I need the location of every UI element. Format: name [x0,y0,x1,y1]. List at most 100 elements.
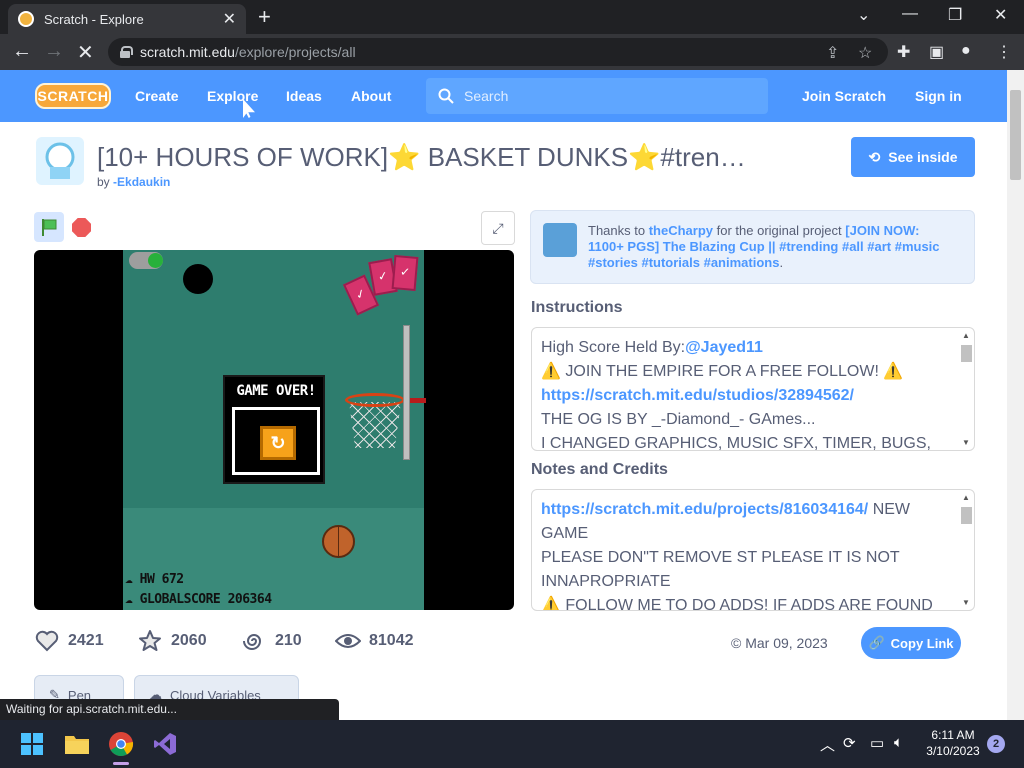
hud-global-score: ☁ GLOBALSCORE 206364 [125,592,272,607]
restart-icon[interactable]: ↻ [260,426,296,460]
nav-explore[interactable]: Explore [207,88,258,104]
scroll-up-icon[interactable]: ▲ [962,331,970,340]
extensions-icon[interactable]: ✚ [897,42,910,62]
hud-hw-text: HW 672 [139,572,184,587]
notes-scrollbar[interactable]: ▲ ▼ [958,490,974,610]
copy-link-button[interactable]: 🔗 Copy Link [861,627,961,659]
notes-box[interactable]: https://scratch.mit.edu/projects/8160341… [531,489,975,611]
sound-toggle[interactable] [129,252,163,269]
tray-display-icon[interactable]: ▭ [870,734,884,752]
remix-middle-text: for the original project [716,223,842,238]
restart-frame[interactable]: ↻ [232,407,320,475]
close-tab-icon[interactable]: ✕ [223,9,236,29]
chrome-icon[interactable] [105,728,137,765]
back-icon[interactable]: ← [12,40,32,63]
remix-user-link[interactable]: theCharpy [649,223,713,238]
side-panel-icon[interactable]: ▣ [929,42,944,62]
scroll-down-icon[interactable]: ▼ [962,438,970,447]
taskbar-clock[interactable]: 6:11 AM 3/10/2023 [920,727,986,759]
instructions-line-1: High Score Held By:@Jayed11 [541,336,951,360]
eye-icon [335,628,361,654]
browser-status-text: Waiting for api.scratch.mit.edu... [0,699,339,720]
favorite-count: 2060 [171,632,207,649]
copy-link-label: Copy Link [890,635,954,651]
chrome-menu-icon[interactable]: ⋮ [996,42,1012,62]
scroll-down-icon[interactable]: ▼ [962,598,970,607]
restore-icon[interactable]: ❐ [948,5,962,25]
game-area: ✓ ✓ ✓ GAME OVER! ↻ ☁ HW 672 ☁ GLOBALSCOR… [123,250,426,610]
favorite-stat[interactable]: 2060 [137,628,207,654]
minimize-icon[interactable]: — [902,5,918,23]
stop-button[interactable] [72,218,91,237]
notes-title: Notes and Credits [531,461,668,478]
browser-tab[interactable]: Scratch - Explore ✕ [8,4,246,34]
lock-icon [120,46,133,58]
url-path: /explore/projects/all [234,44,356,60]
game-over-panel: GAME OVER! ↻ [223,375,325,484]
windows-start-icon[interactable] [16,728,48,760]
author-avatar[interactable] [36,137,84,185]
instructions-scroll-thumb[interactable] [961,345,972,362]
browser-toolbar: ← → ✕ scratch.mit.edu /explore/projects/… [0,34,1024,70]
forward-icon[interactable]: → [44,40,64,63]
page-scrollbar[interactable] [1007,70,1024,720]
green-flag-button[interactable] [34,212,64,242]
hoop-net [349,402,401,448]
instructions-line-5: I CHANGED GRAPHICS, MUSIC SFX, TIMER, BU… [541,435,931,451]
fullscreen-button[interactable]: ⤢ [481,211,515,245]
visual-studio-icon[interactable] [149,728,181,760]
instructions-text: High Score Held By:@Jayed11 ⚠️ JOIN THE … [541,336,951,451]
love-stat[interactable]: 2421 [34,628,104,654]
search-input[interactable] [462,87,742,105]
search-box[interactable] [426,78,768,114]
love-count: 2421 [68,632,104,649]
profile-icon[interactable]: ● [961,42,971,60]
tray-sync-icon[interactable]: ⟳ [843,734,856,752]
remix-credit-box: Thanks to theCharpy for the original pro… [530,210,975,284]
notification-badge[interactable]: 2 [987,735,1005,753]
notes-scroll-thumb[interactable] [961,507,972,524]
instructions-line-2: ⚠️ JOIN THE EMPIRE FOR A FREE FOLLOW! ⚠️ [541,363,904,380]
tray-overflow-icon[interactable]: ︿ [820,734,835,755]
studio-link[interactable]: https://scratch.mit.edu/studios/32894562… [541,384,951,408]
remix-count: 210 [275,632,302,649]
scroll-up-icon[interactable]: ▲ [962,493,970,502]
author-avatar-image [45,142,75,179]
bookmark-star-icon[interactable]: ☆ [858,43,872,63]
see-inside-button[interactable]: ⟲ See inside [851,137,975,177]
nav-about[interactable]: About [351,88,391,104]
nav-ideas[interactable]: Ideas [286,88,322,104]
nav-create[interactable]: Create [135,88,179,104]
speaker-icon[interactable]: 🔈︎ [894,734,903,751]
game-over-text: GAME OVER! [236,383,316,399]
instructions-box[interactable]: High Score Held By:@Jayed11 ⚠️ JOIN THE … [531,327,975,451]
page-scrollbar-thumb[interactable] [1010,90,1021,180]
clock-time: 6:11 AM [931,728,975,742]
green-flag-icon [42,219,57,236]
address-bar[interactable]: scratch.mit.edu /explore/projects/all ⇪ … [108,38,888,66]
notes-text: https://scratch.mit.edu/projects/8160341… [541,498,951,610]
stop-loading-icon[interactable]: ✕ [77,40,94,65]
see-inside-label: See inside [888,149,958,165]
project-stage[interactable]: ✓ ✓ ✓ GAME OVER! ↻ ☁ HW 672 ☁ GLOBALSCOR… [34,250,514,610]
share-icon[interactable]: ⇪ [826,43,839,63]
hoop-rim [345,393,405,407]
notes-project-link[interactable]: https://scratch.mit.edu/projects/8160341… [541,501,868,518]
window-close-icon[interactable]: ✕ [994,5,1007,25]
instructions-scrollbar[interactable]: ▲ ▼ [958,328,974,450]
notes-line-2: PLEASE DON"T REMOVE ST PLEASE IT IS NOT … [541,549,900,590]
card-icon: ✓ [391,255,419,291]
sign-in-link[interactable]: Sign in [915,88,962,104]
active-app-indicator [113,762,129,765]
author-link[interactable]: -Ekdaukin [113,175,170,189]
remix-user-avatar[interactable] [543,223,577,257]
new-tab-icon[interactable]: + [258,4,271,30]
high-score-user-link[interactable]: @Jayed11 [685,339,763,356]
tab-search-icon[interactable]: ⌄ [857,5,870,25]
project-title: [10+ HOURS OF WORK]⭐ BASKET DUNKS⭐#tren… [97,142,746,172]
file-explorer-icon[interactable] [61,728,93,760]
join-scratch-link[interactable]: Join Scratch [802,88,886,104]
scratch-favicon-icon [18,11,34,27]
windows-taskbar: ︿ ⟳ ▭ 🔈︎ [0,720,1024,768]
scratch-logo[interactable]: SCRATCH [35,83,111,109]
